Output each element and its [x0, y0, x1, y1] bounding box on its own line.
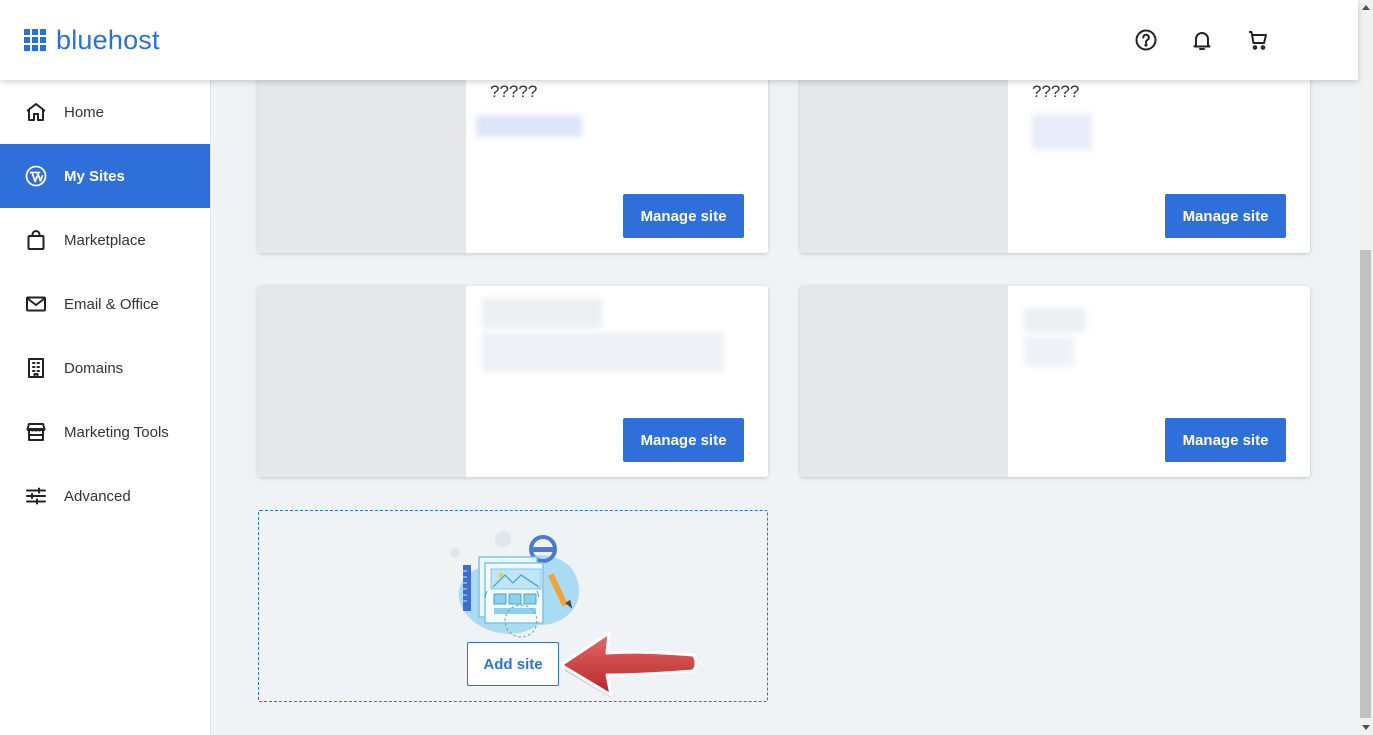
vertical-scrollbar[interactable] [1358, 0, 1373, 735]
site-thumbnail [800, 62, 1008, 253]
top-header: bluehost [0, 0, 1358, 80]
cart-icon[interactable] [1246, 28, 1270, 52]
site-thumbnail [800, 286, 1008, 477]
site-card: Manage site [258, 286, 768, 477]
sidebar-item-label: My Sites [64, 167, 125, 185]
sidebar-item-label: Marketplace [64, 231, 146, 249]
home-icon [26, 103, 46, 121]
sidebar-item-email-office[interactable]: Email & Office [0, 272, 210, 336]
sidebar-item-home[interactable]: Home [0, 80, 210, 144]
site-name: ????? [1032, 82, 1080, 101]
wordpress-icon [25, 165, 47, 187]
sidebar-item-label: Advanced [64, 487, 131, 505]
site-card: Manage site [800, 286, 1310, 477]
logo-grid-icon [24, 29, 46, 51]
logo-text: bluehost [56, 25, 160, 55]
manage-site-button[interactable]: Manage site [623, 194, 744, 238]
site-name-blurred [1024, 308, 1086, 332]
sidebar-item-label: Home [64, 103, 105, 121]
site-thumbnail [258, 62, 466, 253]
sidebar-item-label: Marketing Tools [64, 423, 169, 441]
manage-site-button[interactable]: Manage site [1165, 418, 1286, 462]
site-url-blurred [1032, 114, 1092, 150]
sidebar-item-marketing-tools[interactable]: Marketing Tools [0, 400, 210, 464]
site-url-blurred [482, 332, 724, 372]
help-icon[interactable] [1134, 28, 1158, 52]
manage-site-button[interactable]: Manage site [623, 418, 744, 462]
building-icon [28, 358, 44, 378]
site-card: ????? Manage site [800, 62, 1310, 253]
site-card: ????? Manage site [258, 62, 768, 253]
add-site-panel: Add site [258, 510, 768, 702]
sidebar-item-my-sites[interactable]: My Sites [0, 144, 210, 208]
scrollbar-thumb[interactable] [1360, 250, 1371, 718]
site-name: ????? [490, 82, 538, 101]
bell-icon[interactable] [1190, 28, 1214, 52]
site-thumbnail [258, 286, 466, 477]
sidebar-nav: Home My Sites Marketplace Email & Office… [0, 80, 211, 735]
shopping-bag-icon [27, 230, 45, 250]
mail-icon [26, 296, 46, 312]
site-url-blurred [476, 115, 582, 137]
site-url-blurred [1024, 336, 1074, 366]
scroll-down-icon[interactable] [1362, 725, 1370, 730]
scroll-up-icon[interactable] [1362, 5, 1370, 10]
sidebar-item-domains[interactable]: Domains [0, 336, 210, 400]
website-illustration-icon [450, 531, 580, 638]
sidebar-item-advanced[interactable]: Advanced [0, 464, 210, 528]
manage-site-button[interactable]: Manage site [1165, 194, 1286, 238]
storefront-icon [26, 423, 46, 441]
bluehost-logo[interactable]: bluehost [24, 26, 160, 54]
sliders-icon [26, 487, 46, 505]
sidebar-item-marketplace[interactable]: Marketplace [0, 208, 210, 272]
sidebar-item-label: Email & Office [64, 295, 159, 313]
sidebar-item-label: Domains [64, 359, 124, 377]
site-name-blurred [482, 298, 602, 328]
arrow-pointer-icon [559, 631, 698, 699]
add-site-button[interactable]: Add site [467, 642, 559, 686]
